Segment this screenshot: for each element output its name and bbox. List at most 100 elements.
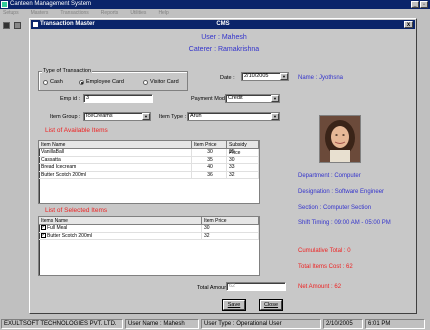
cumulative-total: Cumulative Total : 0 bbox=[298, 248, 351, 254]
payment-mode-value: Credit bbox=[228, 95, 243, 101]
total-amount-field: 62 bbox=[226, 282, 286, 291]
app-title: Canteen Management System bbox=[10, 1, 92, 7]
user-line: User : Mahesh bbox=[201, 34, 247, 41]
selected-item-name: Full Meal bbox=[47, 225, 68, 231]
radio-visitor-card-dot[interactable] bbox=[143, 79, 148, 85]
table-cell: 32 bbox=[202, 232, 259, 239]
status-time: 6:01 PM bbox=[365, 319, 425, 329]
table-row[interactable]: Full Meal 30 bbox=[39, 225, 259, 233]
column-header-items-name[interactable]: Items Name bbox=[39, 217, 202, 224]
table-cell: Full Meal bbox=[39, 225, 202, 232]
table-cell: 30 bbox=[202, 225, 259, 232]
employee-photo bbox=[319, 115, 361, 163]
minimize-button[interactable]: _ bbox=[411, 1, 419, 8]
maximize-button[interactable]: ▫ bbox=[420, 1, 428, 8]
radio-visitor-card-label: Visitor Card bbox=[150, 79, 179, 85]
row-checkbox[interactable] bbox=[41, 233, 46, 239]
table-row[interactable]: Butter Scotch 200ml 32 bbox=[39, 232, 259, 240]
avatar bbox=[320, 116, 360, 162]
transaction-type-label: Type of Transaction bbox=[42, 68, 92, 74]
transaction-master-dialog: Transaction Master CMS x User : Mahesh C… bbox=[29, 18, 417, 314]
employee-department: Department : Computer bbox=[298, 173, 361, 179]
selected-item-name: Butter Scotch 200ml bbox=[47, 232, 93, 239]
table-cell: Cassatta bbox=[39, 156, 192, 163]
table-cell: VanillaBall bbox=[39, 149, 192, 156]
table-cell: 25 bbox=[227, 149, 259, 156]
chevron-down-icon[interactable]: ▼ bbox=[271, 95, 279, 102]
available-items-table[interactable]: Item Name Item Price Subsidy Price Vanil… bbox=[38, 140, 260, 204]
item-group-value: IceCreams bbox=[86, 113, 113, 119]
status-date: 2/10/2005 bbox=[323, 319, 363, 329]
toolbar-icon-2[interactable] bbox=[14, 22, 21, 29]
employee-shift-timing: Shift Timing : 09:00 AM - 05:00 PM bbox=[298, 220, 391, 226]
radio-employee-card[interactable]: Employee Card bbox=[79, 79, 124, 85]
app-window-controls: _ ▫ bbox=[411, 1, 428, 8]
menu-setups[interactable]: Setups bbox=[3, 9, 19, 18]
menu-masters[interactable]: Masters bbox=[31, 9, 49, 18]
item-type-value: Arun bbox=[190, 113, 202, 119]
date-value: 2/10/2005 bbox=[244, 73, 269, 79]
table-row[interactable]: VanillaBall 30 25 bbox=[39, 149, 259, 157]
table-cell: 40 bbox=[192, 164, 227, 171]
column-header-item-price[interactable]: Item Price bbox=[192, 141, 227, 148]
app-icon bbox=[1, 1, 8, 8]
employee-section: Section : Computer Section bbox=[298, 205, 372, 211]
radio-employee-card-dot[interactable] bbox=[79, 79, 84, 85]
radio-cash-dot[interactable] bbox=[43, 79, 48, 85]
status-company: EXULTSOFT TECHNOLOGIES PVT. LTD. bbox=[1, 319, 123, 329]
table-row[interactable]: Bread Icecream 40 33 bbox=[39, 164, 259, 172]
selected-items-header: Items Name Item Price bbox=[39, 217, 259, 225]
chevron-down-icon[interactable]: ▼ bbox=[271, 113, 279, 120]
radio-employee-card-label: Employee Card bbox=[86, 79, 124, 85]
column-header-item-name[interactable]: Item Name bbox=[39, 141, 192, 148]
table-cell: Bread Icecream bbox=[39, 164, 192, 171]
app-menu-bar: Setups Masters Transactions Reports Util… bbox=[0, 9, 430, 18]
radio-cash[interactable]: Cash bbox=[43, 79, 63, 85]
radio-visitor-card[interactable]: Visitor Card bbox=[143, 79, 179, 85]
dialog-center-title: CMS bbox=[216, 21, 230, 27]
table-row[interactable]: Cassatta 35 30 bbox=[39, 156, 259, 164]
table-cell: Butter Scotch 200ml bbox=[39, 171, 192, 178]
menu-transactions[interactable]: Transactions bbox=[60, 9, 88, 18]
app-toolbar bbox=[0, 18, 30, 32]
table-cell: 30 bbox=[192, 149, 227, 156]
net-amount: Net Amount : 62 bbox=[298, 284, 342, 290]
selected-items-table[interactable]: Items Name Item Price Full Meal 30 Butte… bbox=[38, 216, 260, 276]
dialog-close-button[interactable]: x bbox=[404, 21, 413, 28]
menu-help[interactable]: Help bbox=[158, 9, 168, 18]
table-cell: Butter Scotch 200ml bbox=[39, 232, 202, 239]
transaction-type-group: Type of Transaction Cash Employee Card V… bbox=[38, 68, 188, 91]
payment-mode-select[interactable]: Credit ▼ bbox=[225, 94, 280, 103]
row-checkbox[interactable] bbox=[41, 225, 46, 232]
chevron-down-icon[interactable]: ▼ bbox=[142, 113, 150, 120]
date-picker[interactable]: 2/10/2005 ▼ bbox=[241, 72, 289, 81]
item-group-label: Item Group : bbox=[50, 114, 81, 120]
table-cell: 36 bbox=[192, 171, 227, 178]
available-items-title: List of Available Items bbox=[45, 127, 108, 134]
status-bar: EXULTSOFT TECHNOLOGIES PVT. LTD. User Na… bbox=[0, 318, 430, 330]
item-group-select[interactable]: IceCreams ▼ bbox=[83, 112, 151, 121]
item-type-label: Item Type : bbox=[159, 114, 187, 120]
table-row[interactable]: Butter Scotch 200ml 36 32 bbox=[39, 171, 259, 179]
chevron-down-icon[interactable]: ▼ bbox=[280, 73, 288, 80]
date-label: Date : bbox=[220, 75, 235, 81]
emp-id-input[interactable]: 3 bbox=[83, 94, 153, 103]
menu-reports[interactable]: Reports bbox=[101, 9, 119, 18]
column-header-subsidy-price[interactable]: Subsidy Price bbox=[227, 141, 259, 156]
menu-utilities[interactable]: Utilities bbox=[130, 9, 146, 18]
status-user-name: User Name : Mahesh bbox=[125, 319, 199, 329]
available-items-header: Item Name Item Price Subsidy Price bbox=[39, 141, 259, 156]
save-button[interactable]: Save bbox=[223, 300, 245, 310]
table-cell: 30 bbox=[227, 156, 259, 163]
toolbar-icon[interactable] bbox=[3, 22, 10, 29]
item-type-select[interactable]: Arun ▼ bbox=[187, 112, 280, 121]
dialog-title-bar: Transaction Master CMS x bbox=[31, 20, 415, 29]
total-items-cost: Total Items Cost : 62 bbox=[298, 264, 353, 270]
table-cell: 32 bbox=[227, 171, 259, 178]
table-cell: 35 bbox=[192, 156, 227, 163]
close-button[interactable]: Close bbox=[260, 300, 282, 310]
employee-name: Name : Jyothsna bbox=[298, 75, 344, 81]
column-header-item-price[interactable]: Item Price bbox=[202, 217, 259, 224]
selected-items-title: List of Selected Items bbox=[45, 207, 108, 214]
caterer-line: Caterer : Ramakrishna bbox=[188, 46, 260, 53]
